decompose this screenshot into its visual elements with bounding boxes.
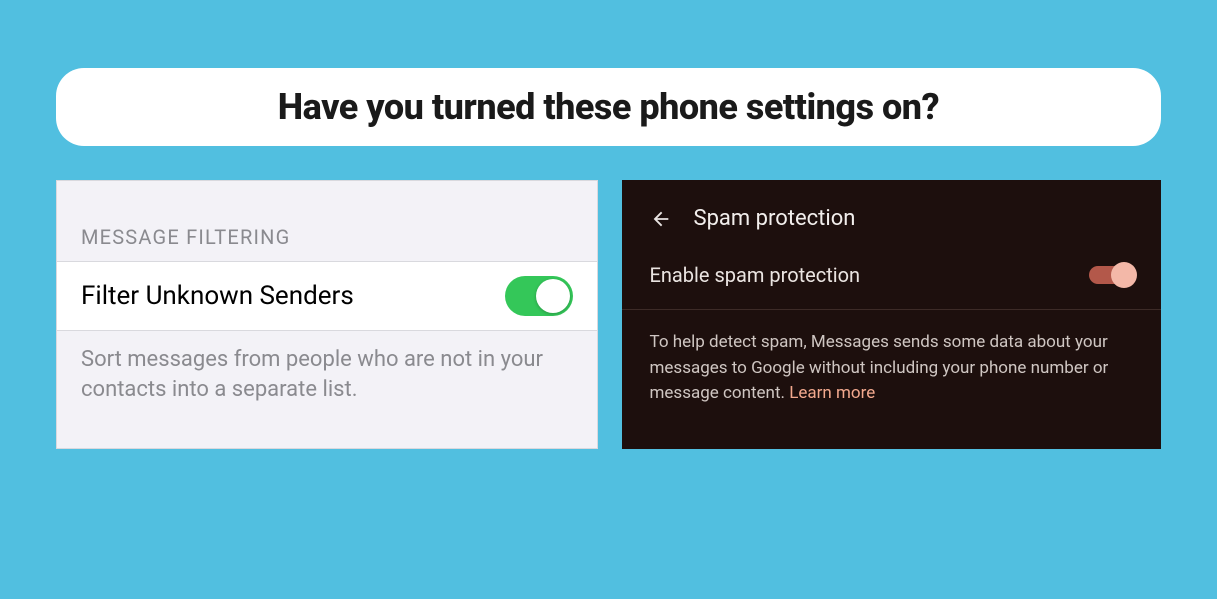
ios-toggle-knob (536, 279, 570, 313)
android-desc-text: To help detect spam, Messages sends some… (650, 332, 1109, 403)
ios-filter-row[interactable]: Filter Unknown Senders (57, 261, 597, 331)
ios-description: Sort messages from people who are not in… (57, 331, 597, 448)
page-title: Have you turned these phone settings on? (84, 86, 1133, 128)
android-header: Spam protection (622, 180, 1162, 253)
ios-section-header: MESSAGE FILTERING (57, 181, 597, 261)
panels-container: MESSAGE FILTERING Filter Unknown Senders… (56, 180, 1161, 449)
android-row-label: Enable spam protection (650, 263, 861, 287)
android-description: To help detect spam, Messages sends some… (622, 310, 1162, 441)
title-bar: Have you turned these phone settings on? (56, 68, 1161, 146)
android-toggle-knob (1111, 262, 1137, 288)
ios-toggle[interactable] (505, 276, 573, 316)
ios-row-label: Filter Unknown Senders (81, 281, 354, 311)
android-toggle[interactable] (1089, 266, 1133, 284)
android-settings-panel: Spam protection Enable spam protection T… (622, 180, 1162, 449)
android-spam-row[interactable]: Enable spam protection (622, 253, 1162, 310)
back-arrow-icon[interactable] (650, 208, 672, 230)
ios-settings-panel: MESSAGE FILTERING Filter Unknown Senders… (56, 180, 598, 449)
android-screen-title: Spam protection (694, 206, 856, 231)
learn-more-link[interactable]: Learn more (789, 383, 875, 403)
